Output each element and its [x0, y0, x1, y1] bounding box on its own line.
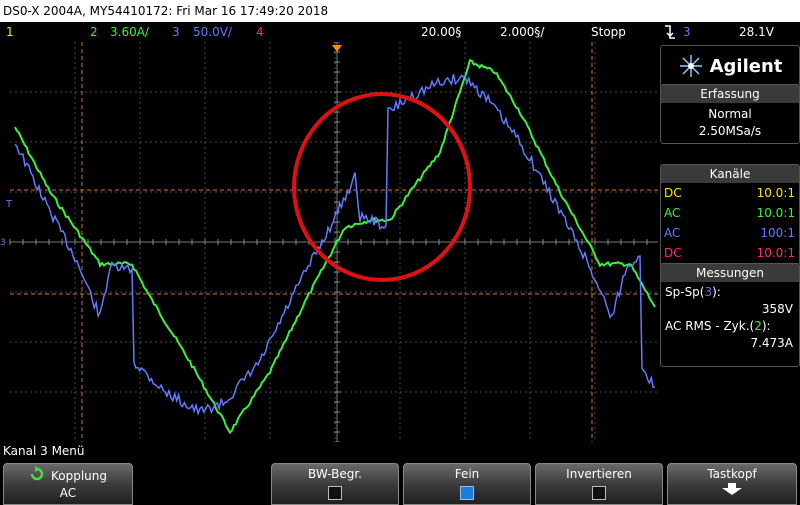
- delay-readout[interactable]: 2.000§/: [500, 22, 544, 42]
- ch3-ground-marker: 3: [0, 238, 6, 248]
- channel-coupling: DC: [664, 246, 682, 260]
- timebase-readout[interactable]: 20.00§: [421, 22, 461, 42]
- probe-ratio: 10.0:1: [756, 246, 795, 260]
- channel-coupling: AC: [664, 226, 681, 240]
- brand-panel: Agilent: [660, 45, 800, 87]
- channel-coupling: AC: [664, 206, 681, 220]
- softkey-probe[interactable]: Tastkopf: [667, 463, 797, 505]
- fine-checkbox[interactable]: [460, 486, 474, 500]
- measurement-2-value: 7.473A: [750, 336, 793, 350]
- softkey-label: Tastkopf: [707, 467, 757, 481]
- softkey-coupling[interactable]: Kopplung AC: [3, 463, 133, 505]
- probe-ratio: 10.0:1: [756, 186, 795, 200]
- softkey-label: BW-Begr.: [308, 467, 362, 481]
- trigger-level: 28.1V: [739, 25, 774, 39]
- brand-name: Agilent: [709, 55, 783, 77]
- agilent-spark-logo: [679, 55, 702, 77]
- ch3-number[interactable]: 3: [172, 22, 180, 42]
- softkey-invert[interactable]: Invertieren: [535, 463, 663, 505]
- graticule-svg: T 3: [0, 41, 658, 443]
- measurement-1-label: Sp-Sp(3):: [665, 285, 721, 299]
- probe-ratio: 100:1: [760, 226, 795, 240]
- channel-row-1[interactable]: DC 10.0:1: [661, 183, 799, 203]
- invert-checkbox[interactable]: [592, 486, 606, 500]
- run-state: Stopp: [591, 25, 626, 39]
- softkey-label: Fein: [454, 467, 480, 481]
- trigger-source: 3: [683, 25, 691, 39]
- trigger-level-marker: T: [5, 199, 13, 210]
- acquisition-panel[interactable]: Erfassung Normal 2.50MSa/s: [660, 84, 800, 144]
- measurement-2-label: AC RMS - Zyk.(2):: [665, 319, 771, 333]
- menu-title: Kanal 3 Menü: [3, 444, 85, 458]
- channel-row-2[interactable]: AC 10.0:1: [661, 203, 799, 223]
- waveform-display[interactable]: T 3: [0, 41, 658, 443]
- ch1-number[interactable]: 1: [6, 22, 14, 42]
- measurement-1-value: 358V: [761, 302, 793, 316]
- window-title: DS0-X 2004A, MY54410172: Fri Mar 16 17:4…: [3, 4, 329, 18]
- measurements-panel[interactable]: Messungen Sp-Sp(3): 358V AC RMS - Zyk.(2…: [660, 263, 800, 367]
- channels-panel[interactable]: Kanäle DC 10.0:1 AC 10.0:1 AC 100:1 DC 1…: [660, 164, 800, 266]
- softkey-value: AC: [59, 486, 77, 500]
- channels-heading: Kanäle: [661, 165, 799, 183]
- rotate-knob-icon: [29, 466, 45, 485]
- ch2-scale: 3.60A/: [110, 25, 149, 39]
- side-panel: Agilent Erfassung Normal 2.50MSa/s Kanäl…: [660, 42, 800, 442]
- softkey-label: Invertieren: [566, 467, 632, 481]
- arrow-down-icon: [668, 482, 796, 499]
- channel-row-4[interactable]: DC 10.0:1: [661, 243, 799, 263]
- channel-bar: 1 2 3.60A/ 3 50.0V/ 4 20.00§ 2.000§/ Sto…: [0, 22, 800, 42]
- sample-rate: 2.50MSa/s: [698, 124, 762, 138]
- acquisition-mode: Normal: [708, 107, 752, 121]
- acquisition-heading: Erfassung: [661, 85, 799, 103]
- softkey-fine[interactable]: Fein: [403, 463, 531, 505]
- bw-limit-checkbox[interactable]: [328, 486, 342, 500]
- title-bar: DS0-X 2004A, MY54410172: Fri Mar 16 17:4…: [0, 0, 800, 22]
- probe-ratio: 10.0:1: [756, 206, 795, 220]
- ch2-number[interactable]: 2: [90, 22, 98, 42]
- ch3-scale: 50.0V/: [193, 25, 232, 39]
- channel-coupling: DC: [664, 186, 682, 200]
- ch4-number[interactable]: 4: [256, 22, 264, 42]
- channel-row-3[interactable]: AC 100:1: [661, 223, 799, 243]
- softkey-bw-limit[interactable]: BW-Begr.: [271, 463, 399, 505]
- measurements-heading: Messungen: [661, 264, 799, 282]
- softkey-label: Kopplung: [50, 468, 107, 483]
